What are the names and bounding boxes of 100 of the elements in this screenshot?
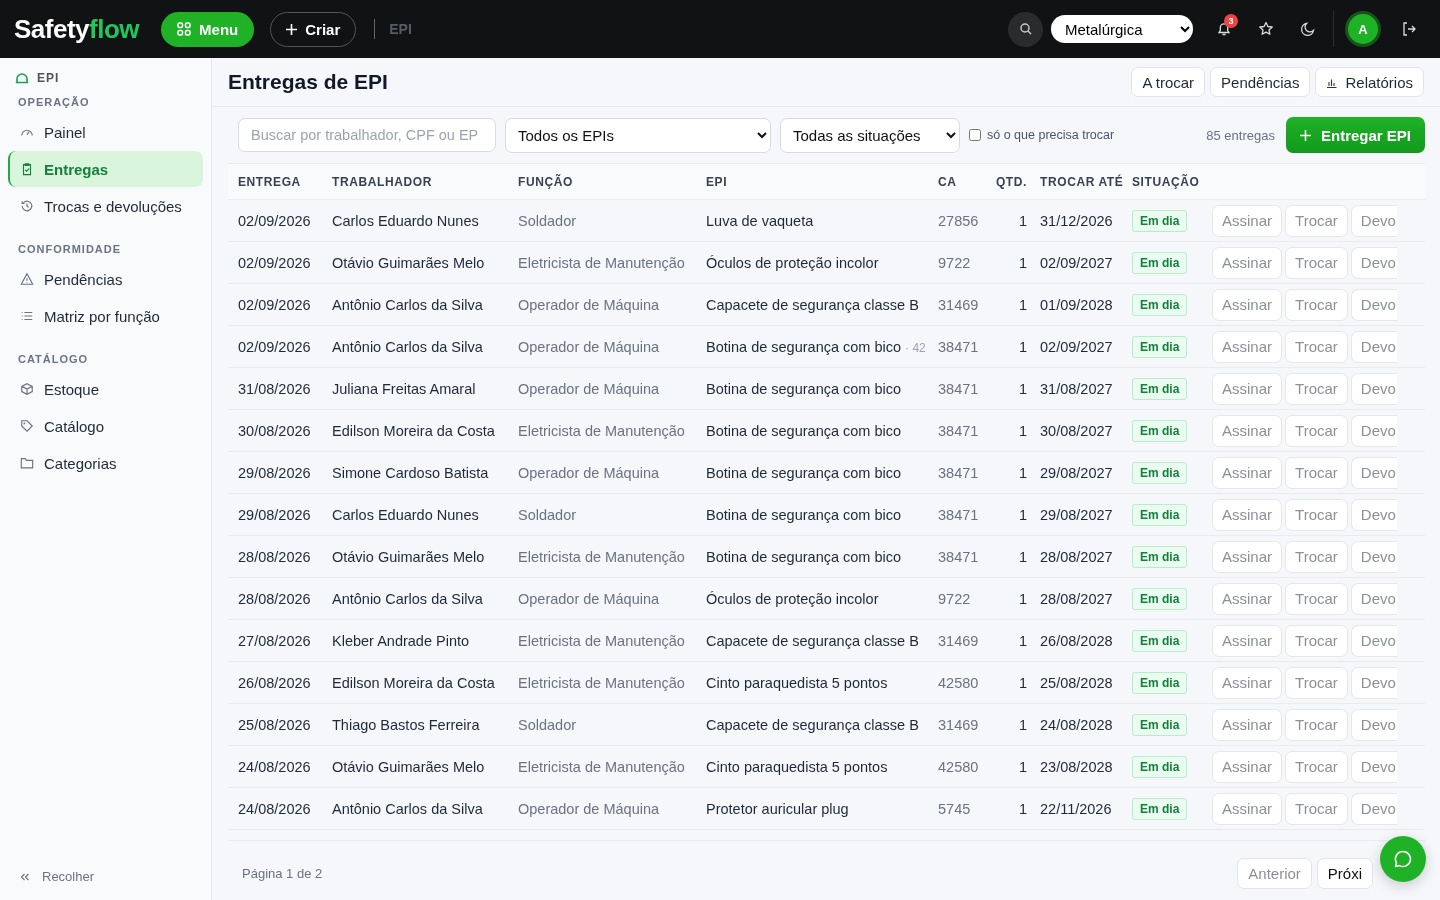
sidebar-item[interactable]: Painel: [8, 114, 203, 150]
sidebar-item[interactable]: Catálogo: [8, 408, 203, 444]
status-badge: Em dia: [1132, 713, 1188, 736]
action-button[interactable]: Devo: [1350, 792, 1397, 825]
sidebar-item[interactable]: Matriz por função: [8, 298, 203, 334]
action-button[interactable]: Devo: [1350, 540, 1397, 573]
table-cell-text: Edilson Moreira da Costa: [332, 674, 496, 691]
sidebar-item[interactable]: Trocas e devoluções: [8, 188, 203, 224]
action-button[interactable]: Devo: [1350, 624, 1397, 657]
search-button[interactable]: [1008, 11, 1043, 47]
search-field[interactable]: Buscar por trabalhador, CPF ou EP: [238, 118, 496, 152]
action-button[interactable]: Assinar: [1212, 582, 1283, 615]
action-button[interactable]: Assinar: [1212, 204, 1283, 237]
action-button[interactable]: Trocar: [1285, 204, 1348, 237]
action-button[interactable]: Assinar: [1212, 372, 1283, 405]
table-cell-text: Juliana Freitas Amaral: [332, 380, 477, 397]
table-cell-text: Eletricista de Manutenção: [518, 422, 686, 439]
action-button[interactable]: Assinar: [1212, 330, 1283, 363]
action-button[interactable]: Trocar: [1285, 372, 1348, 405]
action-button[interactable]: Devo: [1350, 708, 1397, 741]
table-cell-text: Otávio Guimarães Melo: [332, 548, 486, 565]
action-button[interactable]: Trocar: [1285, 498, 1348, 531]
logo[interactable]: Safetyflow: [14, 13, 140, 45]
table-cell-text: 24/08/2026: [238, 800, 312, 817]
action-button[interactable]: Devo: [1350, 204, 1397, 237]
checkbox[interactable]: [969, 129, 981, 141]
header-button[interactable]: Pendências: [1210, 67, 1311, 97]
star-icon: [1258, 21, 1274, 37]
column-header: CA: [938, 174, 958, 189]
action-button[interactable]: Trocar: [1285, 246, 1348, 279]
action-button[interactable]: Assinar: [1212, 288, 1283, 321]
status-badge: Em dia: [1132, 419, 1188, 442]
action-button[interactable]: Trocar: [1285, 456, 1348, 489]
table-cell-text: Operador de Máquina: [518, 464, 661, 481]
action-button[interactable]: Devo: [1350, 456, 1397, 489]
action-button[interactable]: Devo: [1350, 750, 1397, 783]
section-title: CATÁLOGO: [17, 353, 90, 365]
status-select[interactable]: Todas as situações: [780, 117, 960, 153]
company-select[interactable]: Metalúrgica: [1051, 15, 1193, 43]
menu-button[interactable]: Menu: [161, 11, 255, 47]
record-count: 85 entregas: [1206, 127, 1275, 143]
table-cell-text: 01/09/2028: [1040, 296, 1114, 313]
table-cell-text: 38471: [938, 464, 980, 481]
table-cell-text: 02/09/2026: [238, 338, 312, 355]
table-cell: Óculos de proteção incolor: [706, 590, 879, 607]
table-cell: Botina de segurança com bico: [706, 380, 902, 397]
search-icon: [1019, 23, 1032, 35]
warning-icon: [20, 272, 34, 286]
action-button[interactable]: Assinar: [1212, 666, 1283, 699]
sidebar-item[interactable]: Categorias: [8, 445, 203, 481]
action-button[interactable]: Devo: [1350, 288, 1397, 321]
action-button[interactable]: Devo: [1350, 246, 1397, 279]
action-button[interactable]: Assinar: [1212, 540, 1283, 573]
header-button[interactable]: A trocar: [1131, 67, 1206, 97]
action-button[interactable]: Assinar: [1212, 708, 1283, 741]
tag-icon: [20, 419, 34, 433]
action-button[interactable]: Devo: [1350, 582, 1397, 615]
action-button[interactable]: Assinar: [1212, 792, 1283, 825]
action-button[interactable]: Assinar: [1212, 498, 1283, 531]
action-button[interactable]: Trocar: [1285, 288, 1348, 321]
action-button[interactable]: Trocar: [1285, 708, 1348, 741]
table-cell-text: 31469: [938, 632, 980, 649]
table-cell-text: 28/08/2026: [238, 590, 312, 607]
table-cell-text: 24/08/2028: [1040, 716, 1114, 733]
action-button[interactable]: Devo: [1350, 330, 1397, 363]
action-button[interactable]: Devo: [1350, 414, 1397, 447]
action-button[interactable]: Trocar: [1285, 624, 1348, 657]
action-button[interactable]: Trocar: [1285, 540, 1348, 573]
collapse-button[interactable]: Recolher: [8, 869, 107, 884]
action-button[interactable]: Trocar: [1285, 414, 1348, 447]
action-button[interactable]: Trocar: [1285, 750, 1348, 783]
table-cell-text: 29/08/2027: [1040, 506, 1114, 523]
action-button[interactable]: Devo: [1350, 372, 1397, 405]
action-button[interactable]: Devo: [1350, 498, 1397, 531]
table-cell: Protetor auricular plug: [706, 800, 849, 817]
table-cell-text: Operador de Máquina: [518, 296, 661, 313]
action-button[interactable]: Assinar: [1212, 624, 1283, 657]
action-button[interactable]: Trocar: [1285, 666, 1348, 699]
chat-button[interactable]: [1380, 836, 1426, 882]
action-button[interactable]: Trocar: [1285, 330, 1348, 363]
action-button[interactable]: Assinar: [1212, 750, 1283, 783]
status-badge: Em dia: [1132, 503, 1188, 526]
table-cell-text: 02/09/2026: [238, 212, 312, 229]
sidebar-item[interactable]: Pendências: [8, 261, 203, 297]
action-button[interactable]: Assinar: [1212, 414, 1283, 447]
action-button[interactable]: Devo: [1350, 666, 1397, 699]
pagination-button[interactable]: Próxi: [1316, 857, 1373, 889]
action-button[interactable]: Trocar: [1285, 582, 1348, 615]
notifications-button[interactable]: 3: [1207, 12, 1241, 46]
epi-select[interactable]: Todos os EPIs: [505, 117, 771, 153]
header-button[interactable]: Relatórios: [1315, 67, 1424, 97]
action-button[interactable]: Assinar: [1212, 246, 1283, 279]
avatar[interactable]: A: [1348, 14, 1378, 44]
plus-icon: [286, 23, 298, 35]
action-button[interactable]: Trocar: [1285, 792, 1348, 825]
deliver-button[interactable]: Entregar EPI: [1285, 117, 1425, 153]
action-button[interactable]: Assinar: [1212, 456, 1283, 489]
sidebar-item[interactable]: Entregas: [8, 151, 203, 187]
table-cell-text: 42580: [938, 674, 980, 691]
sidebar-item[interactable]: Estoque: [8, 371, 203, 407]
